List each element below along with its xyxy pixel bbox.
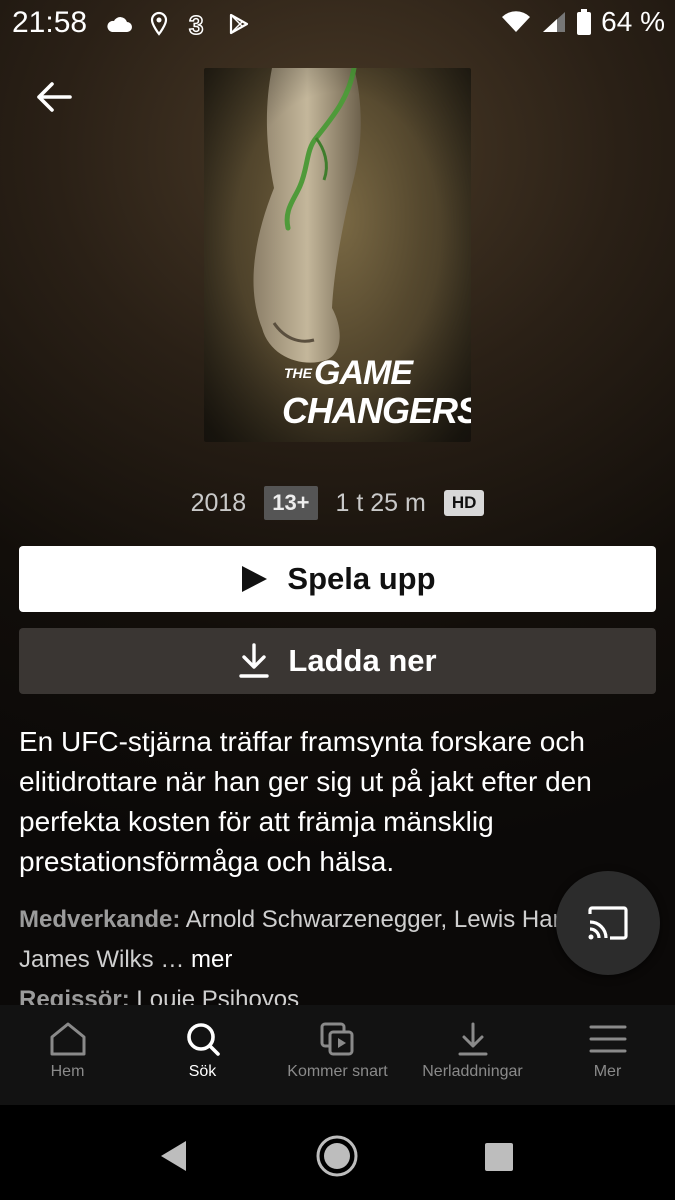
poster-title-line2: CHANGERS (282, 390, 471, 431)
coming-soon-icon (320, 1022, 353, 1056)
title-poster: THEGAME CHANGERS (204, 68, 471, 442)
maturity-rating-badge: 13+ (264, 486, 318, 520)
battery-percent: 64 % (601, 6, 665, 37)
location-icon (150, 11, 168, 36)
carrier-3-icon: 3 (188, 10, 204, 38)
nav-label-downloads: Nerladdningar (422, 1063, 523, 1080)
download-icon (458, 1022, 487, 1056)
cast-button[interactable] (556, 871, 660, 975)
battery-icon (577, 9, 592, 35)
system-back-icon[interactable] (158, 1139, 190, 1173)
cloud-icon (107, 17, 132, 32)
synopsis-text: En UFC-stjärna träffar framsynta forskar… (19, 726, 592, 877)
status-time: 21:58 (12, 6, 88, 39)
play-icon (242, 566, 268, 592)
status-left-icons: 3 (105, 10, 251, 38)
nav-label-search: Sök (188, 1063, 217, 1080)
director-line: Regissör: Louie Psihoyos (19, 980, 639, 1005)
back-arrow-icon[interactable] (34, 80, 72, 114)
more-cast-link[interactable]: mer (191, 946, 232, 973)
bottom-nav: Hem Sök Kommer snart Nerladdningar Mer (0, 1005, 675, 1105)
nav-label-more: Mer (593, 1063, 622, 1080)
download-button[interactable]: Ladda ner (19, 628, 656, 694)
nav-item-home[interactable]: Hem (0, 1005, 135, 1105)
hd-badge: HD (443, 490, 485, 516)
release-year: 2018 (190, 488, 247, 517)
menu-icon (589, 1025, 626, 1053)
nav-label-home: Hem (50, 1063, 85, 1080)
nav-item-downloads[interactable]: Nerladdningar (405, 1005, 540, 1105)
nav-label-coming-soon: Kommer snart (287, 1063, 388, 1080)
nav-item-coming-soon[interactable]: Kommer snart (270, 1005, 405, 1105)
play-button-label: Spela upp (287, 561, 436, 596)
cast-line: Medverkande: Arnold Schwarzenegger, Lewi… (19, 900, 639, 980)
credits-block: Medverkande: Arnold Schwarzenegger, Lewi… (19, 900, 639, 1005)
status-bar: 21:58 3 64 % (0, 0, 675, 48)
signal-icon (543, 12, 566, 32)
system-nav-bar (0, 1105, 675, 1200)
title-meta-row: 2018 13+ 1 t 25 m HD (0, 486, 675, 520)
director-value: Louie Psihoyos (129, 986, 300, 1005)
system-recents-icon[interactable] (484, 1142, 514, 1172)
play-button[interactable]: Spela upp (19, 546, 656, 612)
wifi-icon (502, 11, 531, 33)
play-store-icon (229, 13, 249, 35)
download-button-label: Ladda ner (288, 643, 437, 678)
home-icon (50, 1022, 85, 1056)
status-right-icons: 64 % (501, 6, 665, 38)
poster-title-line1: THEGAME (284, 354, 413, 392)
search-icon (186, 1023, 220, 1056)
nav-item-more[interactable]: Mer (540, 1005, 675, 1105)
download-icon (239, 643, 270, 678)
duration: 1 t 25 m (335, 488, 426, 517)
cast-icon (588, 906, 628, 940)
svg-text:3: 3 (189, 10, 203, 38)
system-home-icon[interactable] (315, 1134, 359, 1178)
cast-label: Medverkande: (19, 906, 181, 933)
director-label: Regissör: (19, 986, 130, 1005)
nav-item-search[interactable]: Sök (135, 1005, 270, 1105)
title-detail-screen: 21:58 3 64 % THEGAME CHANGERS 2018 13+ 1… (0, 0, 675, 1005)
